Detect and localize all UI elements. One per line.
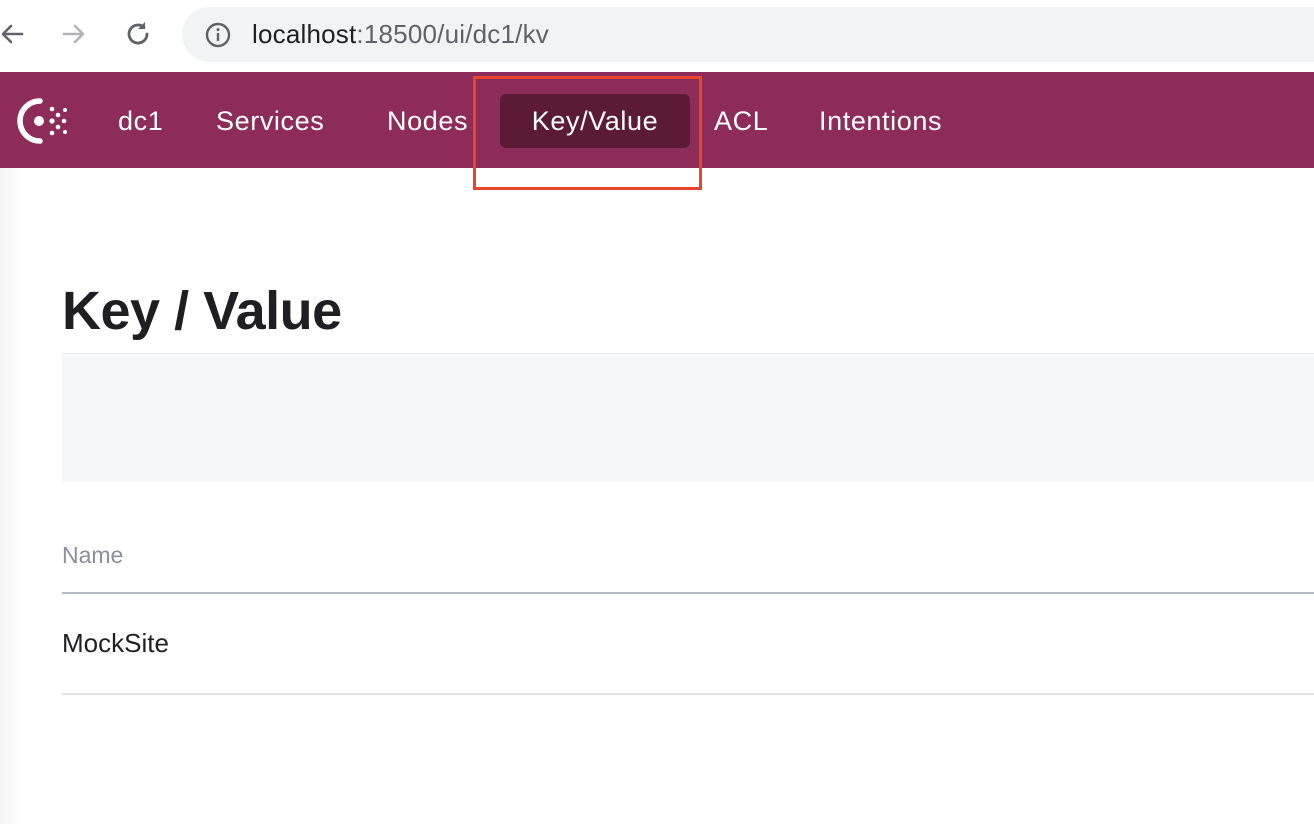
left-edge-shade bbox=[0, 168, 20, 824]
back-arrow-icon bbox=[0, 20, 26, 48]
nav-item-acl[interactable]: ACL bbox=[688, 94, 794, 148]
address-bar[interactable]: localhost:18500/ui/dc1/kv bbox=[182, 7, 1314, 62]
nav-item-nodes[interactable]: Nodes bbox=[361, 94, 494, 148]
page-title: Key / Value bbox=[62, 281, 342, 341]
reload-button[interactable] bbox=[118, 14, 158, 54]
forward-button[interactable] bbox=[54, 14, 94, 54]
consul-logo-icon[interactable] bbox=[12, 95, 72, 147]
main-navigation: dc1 Services Nodes Key/Value ACL Intenti… bbox=[0, 72, 1314, 168]
table-header-name: Name bbox=[62, 542, 124, 568]
url-path: :18500/ui/dc1/kv bbox=[356, 19, 549, 49]
forward-arrow-icon bbox=[60, 20, 88, 48]
table-row[interactable]: MockSite bbox=[62, 594, 1314, 695]
url-text: localhost:18500/ui/dc1/kv bbox=[252, 19, 549, 50]
back-button[interactable] bbox=[0, 14, 32, 54]
info-icon[interactable] bbox=[204, 21, 232, 49]
nav-item-services[interactable]: Services bbox=[190, 94, 350, 148]
filter-bar bbox=[62, 353, 1314, 482]
nav-datacenter[interactable]: dc1 bbox=[92, 94, 189, 148]
reload-icon bbox=[123, 19, 153, 49]
url-host: localhost bbox=[252, 19, 357, 49]
nav-item-intentions[interactable]: Intentions bbox=[793, 94, 968, 148]
nav-item-key-value[interactable]: Key/Value bbox=[500, 94, 690, 148]
row-name-link[interactable]: MockSite bbox=[62, 628, 169, 659]
browser-toolbar: localhost:18500/ui/dc1/kv bbox=[0, 0, 1314, 72]
